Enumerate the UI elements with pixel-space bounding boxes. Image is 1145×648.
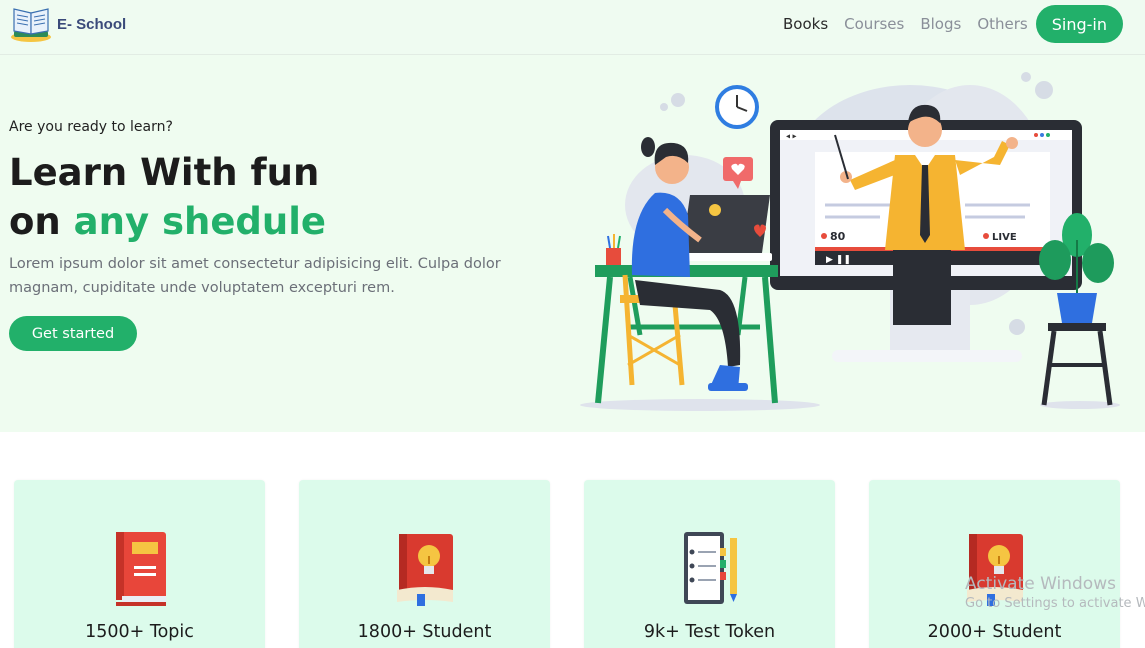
get-started-button[interactable]: Get started: [9, 316, 137, 351]
clock-icon: [715, 85, 759, 129]
stats-section: 1500+ Topic 1800+ Student 9k+ Test Token…: [0, 480, 1145, 648]
brand[interactable]: E- School: [10, 5, 126, 43]
hero-kicker: Are you ready to learn?: [9, 119, 173, 135]
plant-decoration: [1039, 213, 1114, 406]
svg-text:◂ ▸: ◂ ▸: [786, 132, 797, 141]
stat-label: 1800+ Student: [357, 622, 492, 642]
online-learning-illustration: ◂ ▸ 80 LIVE ▶ ❚❚: [580, 72, 1120, 411]
stat-card-students: 1800+ Student: [299, 480, 550, 648]
signin-button[interactable]: Sing-in: [1035, 5, 1123, 43]
stat-label: 2000+ Student: [927, 622, 1062, 642]
nav-link-courses[interactable]: Courses: [844, 15, 904, 33]
navbar: E- School Books Courses Blogs Others Sin…: [0, 0, 1145, 55]
stat-card-topics: 1500+ Topic: [14, 480, 265, 648]
hero-description: Lorem ipsum dolor sit amet consectetur a…: [9, 256, 501, 296]
open-book-icon: [11, 8, 51, 42]
hero-title-line2-prefix: on: [9, 200, 74, 243]
nav-link-books[interactable]: Books: [783, 15, 828, 33]
stat-label: 1500+ Topic: [85, 622, 194, 642]
notebook-pencil-icon: [683, 532, 737, 604]
hero-title-line1: Learn With fun: [9, 151, 320, 194]
hero-title-accent: any shedule: [73, 200, 327, 243]
nav-link-others[interactable]: Others: [977, 15, 1027, 33]
nav-links: Books Courses Blogs Others Sing-in: [767, 0, 1145, 48]
brand-name: E- School: [57, 15, 127, 33]
viewer-count: 80: [830, 230, 846, 243]
closed-book-icon: [115, 532, 166, 606]
live-label: LIVE: [992, 232, 1017, 243]
hero-section: Are you ready to learn? Learn With fun o…: [0, 55, 1145, 432]
stat-card-students-2: 2000+ Student: [869, 480, 1120, 648]
stat-label: 9k+ Test Token: [643, 622, 776, 642]
idea-book-icon: [966, 534, 1023, 606]
svg-text:▶ ❚❚: ▶ ❚❚: [826, 255, 851, 265]
hero-title: Learn With fun on any shedule: [9, 148, 326, 246]
stat-card-tests: 9k+ Test Token: [584, 480, 835, 648]
idea-book-icon: [396, 534, 453, 606]
nav-link-blogs[interactable]: Blogs: [920, 15, 961, 33]
